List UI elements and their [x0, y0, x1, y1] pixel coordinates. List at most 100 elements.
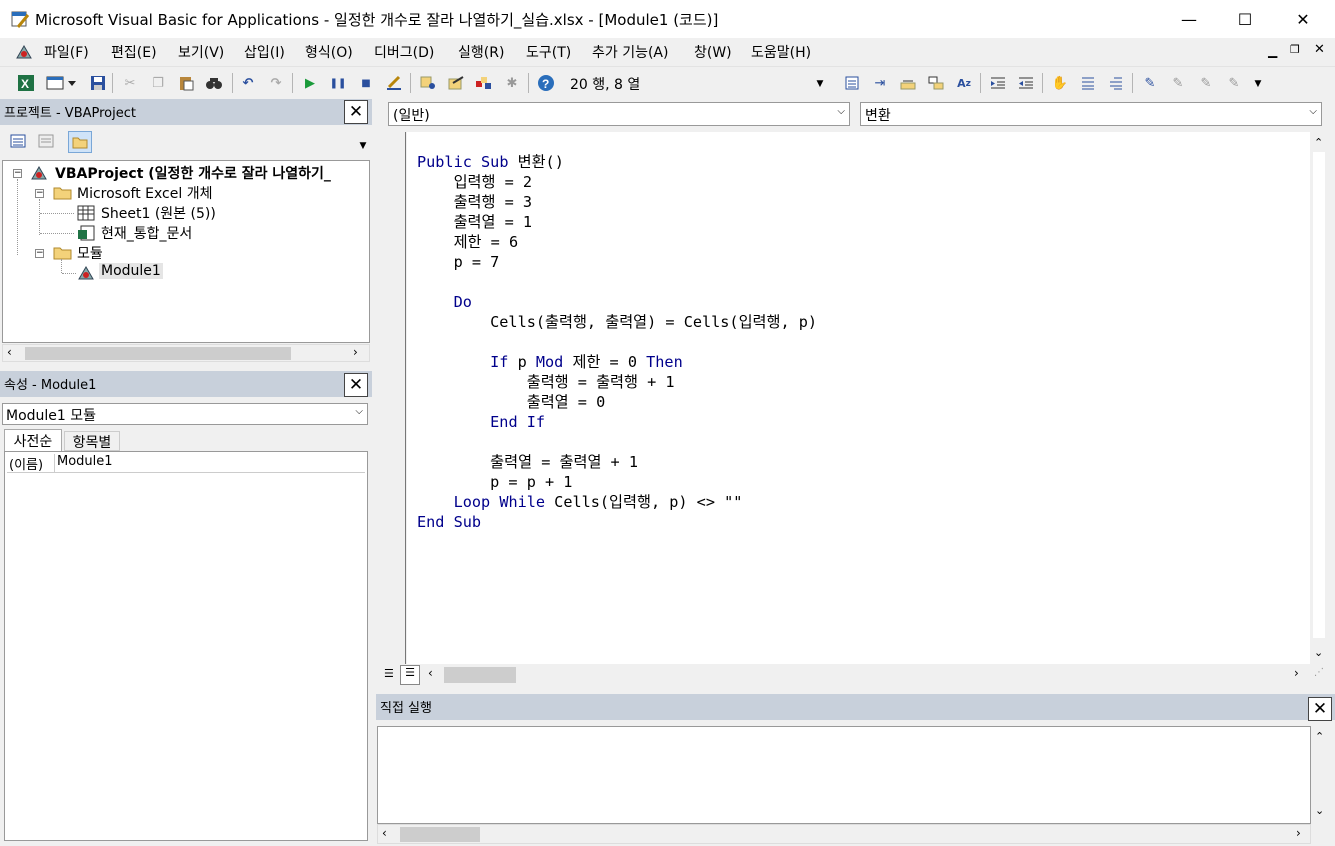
menu-file[interactable]: 파일(F) [44, 42, 89, 62]
uncomment-block-icon[interactable] [1106, 73, 1126, 93]
size-grip-icon[interactable]: ⋰ [1314, 667, 1324, 678]
code-line[interactable] [417, 432, 817, 452]
outdent-icon[interactable] [1016, 73, 1036, 93]
scroll-right-icon[interactable]: › [1294, 666, 1299, 680]
margin-indicator-bar[interactable] [378, 132, 406, 664]
code-line[interactable]: 입력행 = 2 [417, 172, 817, 192]
code-line[interactable]: 제한 = 6 [417, 232, 817, 252]
immediate-close-button[interactable]: ✕ [1308, 697, 1332, 721]
menu-insert[interactable]: 삽입(I) [244, 42, 285, 62]
project-explorer-icon[interactable] [418, 73, 438, 93]
code-line[interactable]: Cells(출력행, 출력열) = Cells(입력행, p) [417, 312, 817, 332]
code-editor[interactable]: Public Sub 변환() 입력행 = 2 출력행 = 3 출력열 = 1 … [407, 132, 1310, 664]
properties-window-icon[interactable] [446, 73, 466, 93]
break-icon[interactable]: ❚❚ [328, 73, 348, 93]
module1-item[interactable]: Module1 [99, 263, 163, 279]
run-icon[interactable]: ▶ [300, 73, 320, 93]
view-object-icon[interactable] [36, 131, 56, 151]
project-toolbar-overflow-icon[interactable]: ▼ [356, 141, 370, 159]
object-browser-icon[interactable] [474, 73, 494, 93]
project-hscrollbar[interactable]: ‹ › [2, 344, 370, 362]
menu-help[interactable]: 도움말(H) [751, 42, 811, 62]
help-icon[interactable]: ? [536, 73, 556, 93]
code-line[interactable] [417, 332, 817, 352]
toggle-breakpoint-icon[interactable]: ✋ [1050, 73, 1070, 93]
object-selector[interactable]: Module1 모듈 ⌵ [2, 403, 368, 425]
code-line[interactable]: Public Sub 변환() [417, 152, 817, 172]
property-row[interactable]: (이름) Module1 [7, 454, 365, 473]
collapse-toggle[interactable]: − [35, 189, 44, 198]
code-line[interactable]: 출력행 = 3 [417, 192, 817, 212]
scroll-thumb[interactable] [444, 667, 516, 683]
sheet1-item[interactable]: Sheet1 (원본 (5)) [101, 203, 216, 223]
toolbox-icon[interactable]: ✱ [502, 73, 522, 93]
menu-format[interactable]: 형식(O) [305, 42, 353, 62]
menu-debug[interactable]: 디버그(D) [374, 42, 434, 62]
code-line[interactable]: 출력열 = 0 [417, 392, 817, 412]
chevron-down-icon[interactable]: ⌵ [837, 106, 845, 117]
immediate-editor[interactable] [377, 726, 1311, 824]
mdi-minimize-icon[interactable]: ▁ [1268, 44, 1277, 58]
excel-objects-folder[interactable]: Microsoft Excel 개체 [77, 183, 212, 203]
scroll-thumb[interactable] [25, 347, 291, 360]
full-module-view-icon[interactable]: ☰ [400, 665, 420, 685]
toggle-folders-icon[interactable] [68, 131, 92, 153]
scroll-right-icon[interactable]: › [353, 345, 358, 359]
minimize-button[interactable]: — [1160, 0, 1218, 38]
code-line[interactable]: If p Mod 제한 = 0 Then [417, 352, 817, 372]
scroll-down-icon[interactable]: ⌄ [1315, 804, 1324, 817]
undo-icon[interactable]: ↶ [238, 73, 258, 93]
scroll-down-icon[interactable]: ⌄ [1314, 646, 1323, 659]
menu-edit[interactable]: 편집(E) [111, 42, 157, 62]
previous-bookmark-icon[interactable]: ✎ [1196, 73, 1216, 93]
indent-icon[interactable] [988, 73, 1008, 93]
reset-icon[interactable]: ■ [356, 73, 376, 93]
excel-icon[interactable]: X [16, 73, 36, 93]
comment-block-icon[interactable] [1078, 73, 1098, 93]
collapse-toggle[interactable]: − [35, 249, 44, 258]
scroll-left-icon[interactable]: ‹ [428, 666, 433, 680]
code-line[interactable]: 출력행 = 출력행 + 1 [417, 372, 817, 392]
view-code-icon[interactable] [8, 131, 28, 151]
scroll-track[interactable] [1313, 152, 1325, 638]
scroll-left-icon[interactable]: ‹ [7, 345, 12, 359]
insert-userform-icon[interactable] [44, 73, 80, 93]
menu-window[interactable]: 창(W) [694, 42, 732, 62]
complete-word-icon[interactable]: Az [954, 73, 974, 93]
code-line[interactable]: p = 7 [417, 252, 817, 272]
list-constants-icon[interactable]: ⇥ [870, 73, 890, 93]
close-button[interactable]: ✕ [1274, 0, 1332, 38]
code-line[interactable]: p = p + 1 [417, 472, 817, 492]
code-vscrollbar[interactable]: ⌃ ⌄ [1310, 132, 1328, 664]
immediate-vscrollbar[interactable]: ⌃ ⌄ [1311, 726, 1329, 824]
mdi-close-icon[interactable]: ✕ [1314, 42, 1325, 57]
tab-categorized[interactable]: 항목별 [64, 431, 120, 451]
copy-icon[interactable]: ❐ [148, 73, 168, 93]
project-root-label[interactable]: VBAProject (일정한 개수로 잘라 나열하기_ [55, 163, 331, 183]
code-line[interactable]: Do [417, 292, 817, 312]
scroll-up-icon[interactable]: ⌃ [1315, 730, 1324, 743]
paste-icon[interactable] [176, 73, 196, 93]
toolbar-overflow-icon[interactable]: ▼ [814, 71, 826, 97]
code-line[interactable]: Loop While Cells(입력행, p) <> "" [417, 492, 817, 512]
immediate-hscrollbar[interactable]: ‹ › [377, 824, 1311, 844]
scroll-up-icon[interactable]: ⌃ [1314, 136, 1323, 149]
menu-run[interactable]: 실행(R) [458, 42, 504, 62]
scroll-right-icon[interactable]: › [1296, 826, 1301, 840]
chevron-down-icon[interactable]: ⌵ [1309, 106, 1317, 117]
list-properties-icon[interactable] [842, 73, 862, 93]
code-line[interactable] [417, 132, 817, 152]
scroll-thumb[interactable] [400, 827, 480, 842]
mdi-restore-icon[interactable]: ❐ [1290, 43, 1300, 56]
modules-folder[interactable]: 모듈 [77, 243, 103, 263]
design-mode-icon[interactable] [384, 73, 404, 93]
property-value[interactable]: Module1 [57, 454, 113, 469]
menu-tools[interactable]: 도구(T) [526, 42, 571, 62]
collapse-toggle[interactable]: − [13, 169, 22, 178]
find-icon[interactable] [204, 73, 224, 93]
procedure-view-icon[interactable]: ☰ [384, 667, 394, 680]
tab-alphabetic[interactable]: 사전순 [4, 429, 62, 451]
chevron-down-icon[interactable]: ⌵ [355, 406, 363, 417]
code-line[interactable]: End If [417, 412, 817, 432]
procedure-combo[interactable]: 변환 ⌵ [860, 102, 1322, 126]
